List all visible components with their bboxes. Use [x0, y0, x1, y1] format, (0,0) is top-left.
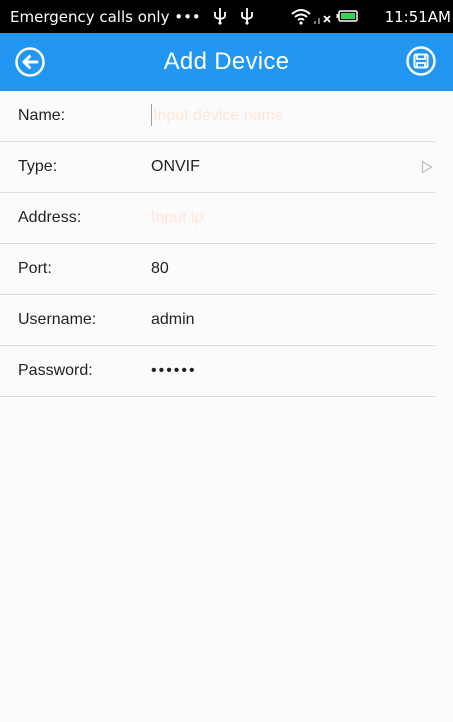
address-label: Address:: [18, 209, 82, 226]
status-bar: Emergency calls only ••• 11:51AM: [0, 0, 453, 33]
username-label: Username:: [18, 311, 97, 328]
add-device-screen: Emergency calls only ••• 11:51AM Add Dev…: [0, 0, 453, 722]
status-clock: 11:51AM: [384, 8, 451, 26]
password-label: Password:: [18, 362, 93, 379]
text-cursor: [151, 104, 152, 126]
device-form: Name: Input device name Type: ONVIF Addr…: [0, 91, 453, 397]
name-input[interactable]: Input device name: [148, 91, 435, 141]
name-placeholder: Input device name: [153, 107, 284, 124]
save-icon[interactable]: [405, 45, 437, 77]
page-title: Add Device: [163, 48, 290, 75]
port-label: Port:: [18, 260, 52, 277]
username-input[interactable]: admin: [151, 311, 195, 329]
password-row: Password: ••••••: [0, 346, 435, 397]
address-row: Address: Input ip: [0, 193, 435, 244]
username-row: Username: admin: [0, 295, 435, 346]
app-bar: Add Device: [0, 33, 453, 91]
no-signal-icon: [314, 15, 331, 24]
carrier-status: Emergency calls only •••: [10, 8, 201, 26]
address-input[interactable]: Input ip: [148, 193, 435, 243]
name-row: Name: Input device name: [0, 91, 435, 142]
usb-icon: [241, 8, 253, 25]
battery-icon: [336, 10, 358, 22]
dropdown-arrow-icon[interactable]: [421, 160, 433, 174]
type-label: Type:: [18, 158, 58, 175]
type-row[interactable]: Type: ONVIF: [0, 142, 435, 193]
name-label: Name:: [18, 107, 66, 124]
type-select[interactable]: ONVIF: [151, 158, 200, 176]
usb-icon: [214, 8, 226, 25]
port-row: Port: 80: [0, 244, 435, 295]
port-input[interactable]: 80: [151, 260, 169, 278]
password-input[interactable]: ••••••: [151, 362, 197, 380]
wifi-icon: [291, 9, 311, 25]
address-placeholder: Input ip: [151, 209, 204, 226]
